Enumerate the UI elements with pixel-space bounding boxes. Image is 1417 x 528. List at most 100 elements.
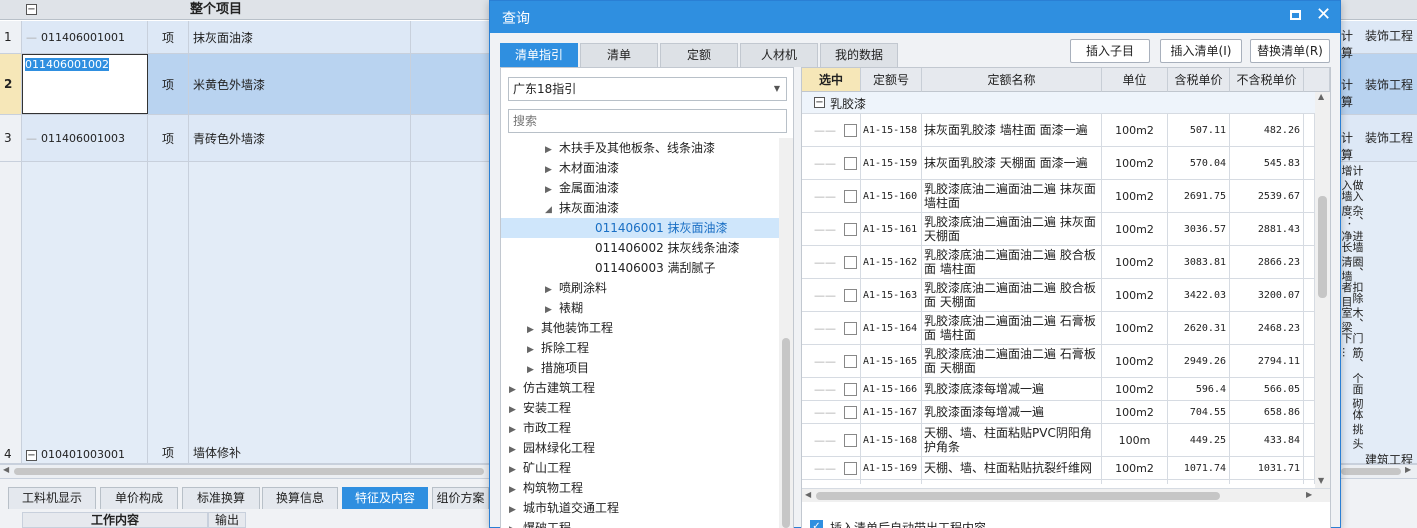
row-code-cell[interactable]: −010401003001 [22, 162, 148, 463]
caret-right-icon[interactable]: ▶ [527, 360, 541, 380]
tree-item[interactable]: ▶ 其他装饰工程 [501, 318, 779, 338]
row-checkbox[interactable] [844, 321, 857, 335]
tree-vertical-scrollbar[interactable] [779, 138, 793, 528]
maximize-icon[interactable] [1290, 10, 1301, 20]
scroll-down-icon[interactable]: ▼ [1318, 476, 1324, 485]
tab-list[interactable]: 清单 [580, 43, 658, 67]
tree-item[interactable]: ▶ 仿古建筑工程 [501, 378, 779, 398]
collapse-all-icon[interactable]: − [26, 4, 37, 15]
quota-row[interactable]: —— A1-15-161 乳胶漆底油二遍面油二遍 抹灰面 天棚面 100m2 3036.… [802, 213, 1315, 246]
row-name[interactable]: 墙体修补 [189, 162, 411, 463]
caret-down-icon[interactable]: ◢ [545, 200, 559, 220]
select-cell[interactable]: —— [802, 246, 861, 278]
tree-item[interactable]: ▶ 拆除工程 [501, 338, 779, 358]
tab-list-guide[interactable]: 清单指引 [500, 43, 578, 67]
quota-row[interactable]: —— A1-15-164 乳胶漆底油二遍面油二遍 石膏板面 墙柱面 100m2 2620… [802, 312, 1315, 345]
quota-row[interactable]: —— A1-15-158 抹灰面乳胶漆 墙柱面 面漆一遍 100m2 507.11 482… [802, 114, 1315, 147]
select-cell[interactable]: —— [802, 147, 861, 179]
caret-right-icon[interactable]: ▶ [509, 500, 523, 520]
caret-right-icon[interactable]: ▶ [527, 320, 541, 340]
quota-row[interactable]: ——A1-15-170抗碱底漆一遍 墙柱面100m2893.05823.79 [802, 480, 1315, 484]
tree-item[interactable]: 011406003 满刮腻子 [501, 258, 779, 278]
quota-row[interactable]: —— A1-15-168 天棚、墙、柱面粘贴PVC阴阳角护角条 100m 449.25 4… [802, 424, 1315, 457]
caret-right-icon[interactable]: ▶ [509, 440, 523, 460]
grid-horizontal-scrollbar-right[interactable]: ▶ [1341, 464, 1417, 478]
select-cell[interactable]: —— [802, 401, 861, 423]
scroll-thumb[interactable] [1341, 468, 1401, 475]
caret-right-icon[interactable]: ▶ [545, 180, 559, 200]
row-checkbox[interactable] [844, 461, 857, 475]
collapse-icon[interactable]: − [26, 450, 37, 461]
quota-row[interactable]: —— A1-15-159 抹灰面乳胶漆 天棚面 面漆一遍 100m2 570.04 545… [802, 147, 1315, 180]
quota-row[interactable]: —— A1-15-169 天棚、墙、柱面粘贴抗裂纤维网 100m2 1071.74 103… [802, 457, 1315, 480]
scroll-up-icon[interactable]: ▲ [1318, 92, 1324, 101]
tree-item[interactable]: ▶ 城市轨道交通工程 [501, 498, 779, 518]
table-horizontal-scrollbar[interactable]: ◀ ▶ [802, 488, 1330, 502]
row-code-cell[interactable]: —011406001003 [22, 115, 148, 161]
select-cell[interactable]: —— [802, 312, 861, 344]
select-cell[interactable]: —— [802, 480, 861, 484]
insert-child-button[interactable]: 插入子目 [1070, 39, 1150, 63]
scroll-right-icon[interactable]: ▶ [1306, 490, 1312, 499]
row-checkbox[interactable] [844, 354, 857, 368]
auto-content-option[interactable]: ✓ 插入清单后自动带出工程内容 [810, 518, 1210, 528]
auto-content-checkbox[interactable]: ✓ [810, 520, 823, 528]
tree-item[interactable]: ▶爆破工程 [501, 518, 779, 528]
tree-item[interactable]: ▶ 构筑物工程 [501, 478, 779, 498]
quota-row[interactable]: —— A1-15-166 乳胶漆底漆每增减一遍 100m2 596.4 566.05 [802, 378, 1315, 401]
tree-item[interactable]: ▶ 矿山工程 [501, 458, 779, 478]
caret-right-icon[interactable]: ▶ [509, 520, 523, 528]
row-name[interactable]: 青砖色外墙漆 [189, 115, 411, 161]
select-cell[interactable]: —— [802, 345, 861, 377]
guide-select[interactable]: 广东18指引 ▼ [508, 77, 787, 101]
tree-item[interactable]: 011406001 抹灰面油漆 [501, 218, 779, 238]
dialog-titlebar[interactable]: 查询 ✕ [490, 1, 1340, 33]
scroll-right-icon[interactable]: ▶ [1405, 465, 1411, 474]
scroll-thumb[interactable] [1318, 196, 1327, 298]
caret-right-icon[interactable]: ▶ [545, 160, 559, 180]
caret-right-icon[interactable]: ▶ [509, 460, 523, 480]
tree-item[interactable]: ▶ 裱糊 [501, 298, 779, 318]
quota-row[interactable]: —— A1-15-165 乳胶漆底油二遍面油二遍 石膏板面 天棚面 100m2 2949… [802, 345, 1315, 378]
tab-conversion-info[interactable]: 换算信息 [262, 487, 338, 509]
tab-unit-price[interactable]: 单价构成 [100, 487, 178, 509]
tree-item[interactable]: ▶ 喷刷涂料 [501, 278, 779, 298]
insert-list-button[interactable]: 插入清单(I) [1160, 39, 1242, 63]
close-icon[interactable]: ✕ [1316, 4, 1331, 26]
quota-row[interactable]: —— A1-15-163 乳胶漆底油二遍面油二遍 胶合板面 天棚面 100m2 3422… [802, 279, 1315, 312]
caret-right-icon[interactable]: ▶ [527, 340, 541, 360]
row-checkbox[interactable] [844, 405, 857, 419]
quota-row[interactable]: —— A1-15-162 乳胶漆底油二遍面油二遍 胶合板面 墙柱面 100m2 3083… [802, 246, 1315, 279]
tree-item[interactable]: 011406002 抹灰线条油漆 [501, 238, 779, 258]
row-checkbox[interactable] [844, 189, 857, 203]
tree-item[interactable]: ▶ 市政工程 [501, 418, 779, 438]
tree-item[interactable]: ▶ 园林绿化工程 [501, 438, 779, 458]
scroll-thumb[interactable] [782, 338, 790, 528]
scroll-left-icon[interactable]: ◀ [805, 490, 811, 499]
row-checkbox[interactable] [844, 288, 857, 302]
tree-item[interactable]: ◢ 抹灰面油漆 [501, 198, 779, 218]
tree-item[interactable]: ▶ 金属面油漆 [501, 178, 779, 198]
caret-right-icon[interactable]: ▶ [509, 380, 523, 400]
quota-row[interactable]: —— A1-15-160 乳胶漆底油二遍面油二遍 抹灰面 墙柱面 100m2 2691.… [802, 180, 1315, 213]
select-cell[interactable]: —— [802, 457, 861, 479]
tab-features-content[interactable]: 特征及内容 [342, 487, 428, 509]
tree-item[interactable]: ▶ 措施项目 [501, 358, 779, 378]
row-code-cell[interactable]: —011406001001 [22, 21, 148, 53]
grid-horizontal-scrollbar[interactable]: ◀ [0, 464, 489, 478]
row-checkbox[interactable] [844, 433, 857, 447]
tab-standard-conversion[interactable]: 标准换算 [182, 487, 260, 509]
row-code-editor[interactable]: 011406001002 [22, 54, 148, 114]
caret-right-icon[interactable]: ▶ [509, 400, 523, 420]
row-name[interactable]: 抹灰面油漆 [189, 21, 411, 53]
select-cell[interactable]: —— [802, 279, 861, 311]
replace-list-button[interactable]: 替换清单(R) [1250, 39, 1330, 63]
scroll-left-icon[interactable]: ◀ [3, 465, 9, 474]
tab-my-data[interactable]: 我的数据 [820, 43, 898, 67]
select-cell[interactable]: —— [802, 180, 861, 212]
caret-right-icon[interactable]: ▶ [509, 420, 523, 440]
row-checkbox[interactable] [844, 255, 857, 269]
select-cell[interactable]: —— [802, 213, 861, 245]
scroll-thumb[interactable] [14, 468, 484, 475]
collapse-group-icon[interactable]: − [814, 97, 825, 108]
